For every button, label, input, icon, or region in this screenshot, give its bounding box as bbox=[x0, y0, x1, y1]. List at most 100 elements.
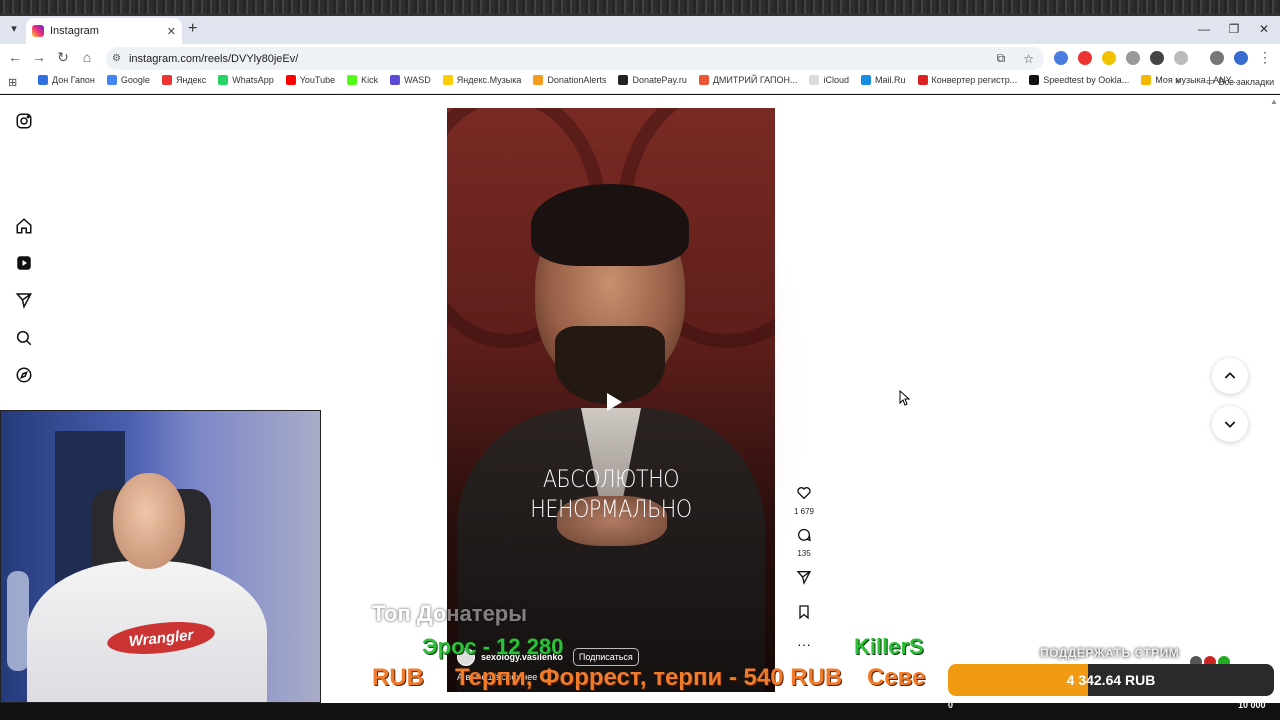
extensions-puzzle-icon[interactable] bbox=[1174, 51, 1188, 65]
folder-icon: ▭ bbox=[1206, 76, 1215, 86]
tab-close-icon[interactable]: ✕ bbox=[167, 25, 176, 38]
bookmark-favicon-icon bbox=[442, 75, 453, 85]
next-reel-button[interactable] bbox=[1212, 406, 1248, 442]
messages-send-icon[interactable] bbox=[14, 290, 34, 310]
explore-compass-icon[interactable] bbox=[14, 365, 34, 385]
bookmark-item[interactable]: Конвертер регистр... bbox=[917, 75, 1018, 85]
speaker-hair bbox=[531, 184, 689, 266]
maximize-button[interactable]: ❐ bbox=[1224, 22, 1244, 36]
caption-line-1: АБСОЛЮТНО bbox=[542, 465, 680, 493]
donation-goal-bar: 4 342.64 RUB bbox=[948, 664, 1274, 696]
bookmark-item[interactable]: iCloud bbox=[809, 75, 849, 85]
bookmark-label: WhatsApp bbox=[232, 75, 274, 85]
stream-extension-icon[interactable] bbox=[1150, 51, 1164, 65]
browser-menu-icon[interactable]: ⋮ bbox=[1256, 49, 1274, 66]
new-tab-button[interactable]: + bbox=[188, 20, 197, 38]
donation-ticker-green-2: KillerS bbox=[854, 634, 924, 659]
bookmark-item[interactable]: YouTube bbox=[285, 75, 335, 85]
bookmark-item[interactable]: Google bbox=[106, 75, 150, 85]
bookmark-item[interactable]: DonationAlerts bbox=[533, 75, 606, 85]
apps-grid-icon[interactable]: ⊞ bbox=[8, 76, 17, 89]
reload-button[interactable]: ↻ bbox=[54, 49, 72, 66]
bookmark-favicon-icon bbox=[861, 75, 871, 85]
scrollbar-up-arrow[interactable]: ▲ bbox=[1270, 97, 1278, 106]
donation-ticker-orange-3: Севе bbox=[867, 664, 926, 691]
instagram-favicon-icon bbox=[32, 25, 44, 37]
streamer-webcam: Wrangler bbox=[0, 410, 321, 703]
bottom-strip bbox=[0, 703, 1280, 720]
send-icon bbox=[796, 571, 812, 585]
browser-toolbar: ← → ↻ ⌂ ⚙ instagram.com/reels/DVYly80jeE… bbox=[0, 44, 1280, 72]
comment-icon bbox=[798, 528, 811, 542]
more-options-icon[interactable]: ··· bbox=[790, 636, 818, 652]
donation-goal-amount: 4 342.64 RUB bbox=[1066, 672, 1156, 688]
bookmark-item[interactable]: WhatsApp bbox=[218, 75, 274, 85]
tools-extension-icon[interactable] bbox=[1126, 51, 1140, 65]
like-button[interactable]: 1 679 bbox=[790, 485, 818, 516]
mouse-cursor-icon bbox=[899, 390, 911, 406]
previous-reel-button[interactable] bbox=[1212, 358, 1248, 394]
bookmark-label: Конвертер регистр... bbox=[931, 75, 1018, 85]
bookmark-favicon-icon bbox=[285, 75, 296, 85]
home-icon[interactable] bbox=[14, 216, 34, 236]
minimize-button[interactable]: — bbox=[1194, 22, 1214, 36]
bookmark-favicon-icon bbox=[1141, 75, 1152, 85]
instagram-logo-icon[interactable] bbox=[14, 111, 34, 131]
bookmark-label: DonationAlerts bbox=[547, 75, 607, 85]
bookmark-label: Дон Гапон bbox=[52, 75, 95, 85]
close-window-button[interactable]: ✕ bbox=[1254, 22, 1274, 36]
bookmark-favicon-icon bbox=[161, 75, 172, 85]
tab-instagram[interactable]: Instagram ✕ bbox=[26, 18, 182, 44]
shield-extension-icon[interactable] bbox=[1102, 51, 1116, 65]
url-text[interactable]: instagram.com/reels/DVYly80jeEv/ bbox=[129, 53, 989, 65]
bookmark-star-icon[interactable]: ☆ bbox=[1023, 52, 1034, 66]
play-icon[interactable] bbox=[601, 390, 625, 414]
all-bookmarks-button[interactable]: ▭ Все закладки bbox=[1206, 76, 1274, 87]
donation-ticker-orange-2: Терпи, Форрест, терпи - 540 RUB bbox=[455, 664, 843, 691]
bookmark-item[interactable]: Speedtest by Ookla... bbox=[1029, 75, 1129, 85]
translate-extension-icon[interactable] bbox=[1054, 51, 1068, 65]
adblock-extension-icon[interactable] bbox=[1078, 51, 1092, 65]
bookmark-favicon-icon bbox=[347, 75, 358, 85]
bookmark-label: Яндекс bbox=[175, 75, 207, 85]
caption-line-2: НЕНОРМАЛЬНО bbox=[530, 495, 692, 523]
bookmark-label: WASD bbox=[404, 75, 431, 85]
support-stream-label: ПОДДЕРЖАТЬ СТРИМ bbox=[1040, 646, 1180, 660]
profile-avatar[interactable] bbox=[1234, 51, 1248, 65]
bookmark-favicon-icon bbox=[218, 75, 229, 85]
bookmark-item[interactable]: ДМИТРИЙ ГАПОН... bbox=[698, 75, 797, 85]
bookmark-item[interactable]: Mail.Ru bbox=[861, 75, 906, 85]
tab-title: Instagram bbox=[50, 25, 99, 37]
forward-button[interactable]: → bbox=[30, 49, 48, 65]
home-button[interactable]: ⌂ bbox=[78, 49, 96, 65]
bookmark-label: iCloud bbox=[823, 75, 849, 85]
share-button[interactable] bbox=[790, 569, 818, 590]
chevron-up-icon bbox=[1224, 372, 1236, 379]
reels-icon[interactable] bbox=[14, 253, 34, 273]
bookmark-item[interactable]: DonatePay.ru bbox=[618, 75, 687, 85]
background-guitar bbox=[7, 571, 29, 671]
media-control-icon[interactable] bbox=[1210, 51, 1224, 65]
bookmark-label: Яндекс.Музыка bbox=[456, 75, 522, 85]
bookmark-favicon-icon bbox=[1029, 75, 1040, 85]
bookmark-item[interactable]: Дон Гапон bbox=[38, 75, 95, 85]
save-button[interactable] bbox=[790, 604, 818, 625]
install-app-icon[interactable]: ⧉ bbox=[997, 51, 1006, 66]
more-bookmarks-icon[interactable]: » bbox=[1175, 76, 1181, 87]
bookmark-item[interactable]: Яндекс bbox=[161, 75, 207, 85]
all-bookmarks-label: Все закладки bbox=[1218, 76, 1275, 87]
tab-search-icon[interactable]: ▾ bbox=[6, 21, 22, 37]
tab-strip: ▾ Instagram ✕ + — ❐ ✕ bbox=[0, 16, 1280, 44]
bookmark-favicon-icon bbox=[390, 75, 401, 85]
site-info-icon[interactable]: ⚙ bbox=[112, 53, 121, 64]
donation-ticker-green-1: Эрос - 12 280 bbox=[422, 634, 564, 659]
address-bar[interactable]: ⚙ instagram.com/reels/DVYly80jeEv/ ⧉ ☆ bbox=[106, 47, 1044, 70]
chevron-down-icon bbox=[1224, 421, 1236, 428]
back-button[interactable]: ← bbox=[6, 49, 24, 65]
bookmark-favicon-icon bbox=[618, 75, 629, 85]
search-icon[interactable] bbox=[14, 328, 34, 348]
bookmark-item[interactable]: WASD bbox=[390, 75, 431, 85]
bookmark-item[interactable]: Kick bbox=[347, 75, 378, 85]
comment-button[interactable]: 135 bbox=[790, 527, 818, 558]
bookmark-item[interactable]: Яндекс.Музыка bbox=[442, 75, 522, 85]
